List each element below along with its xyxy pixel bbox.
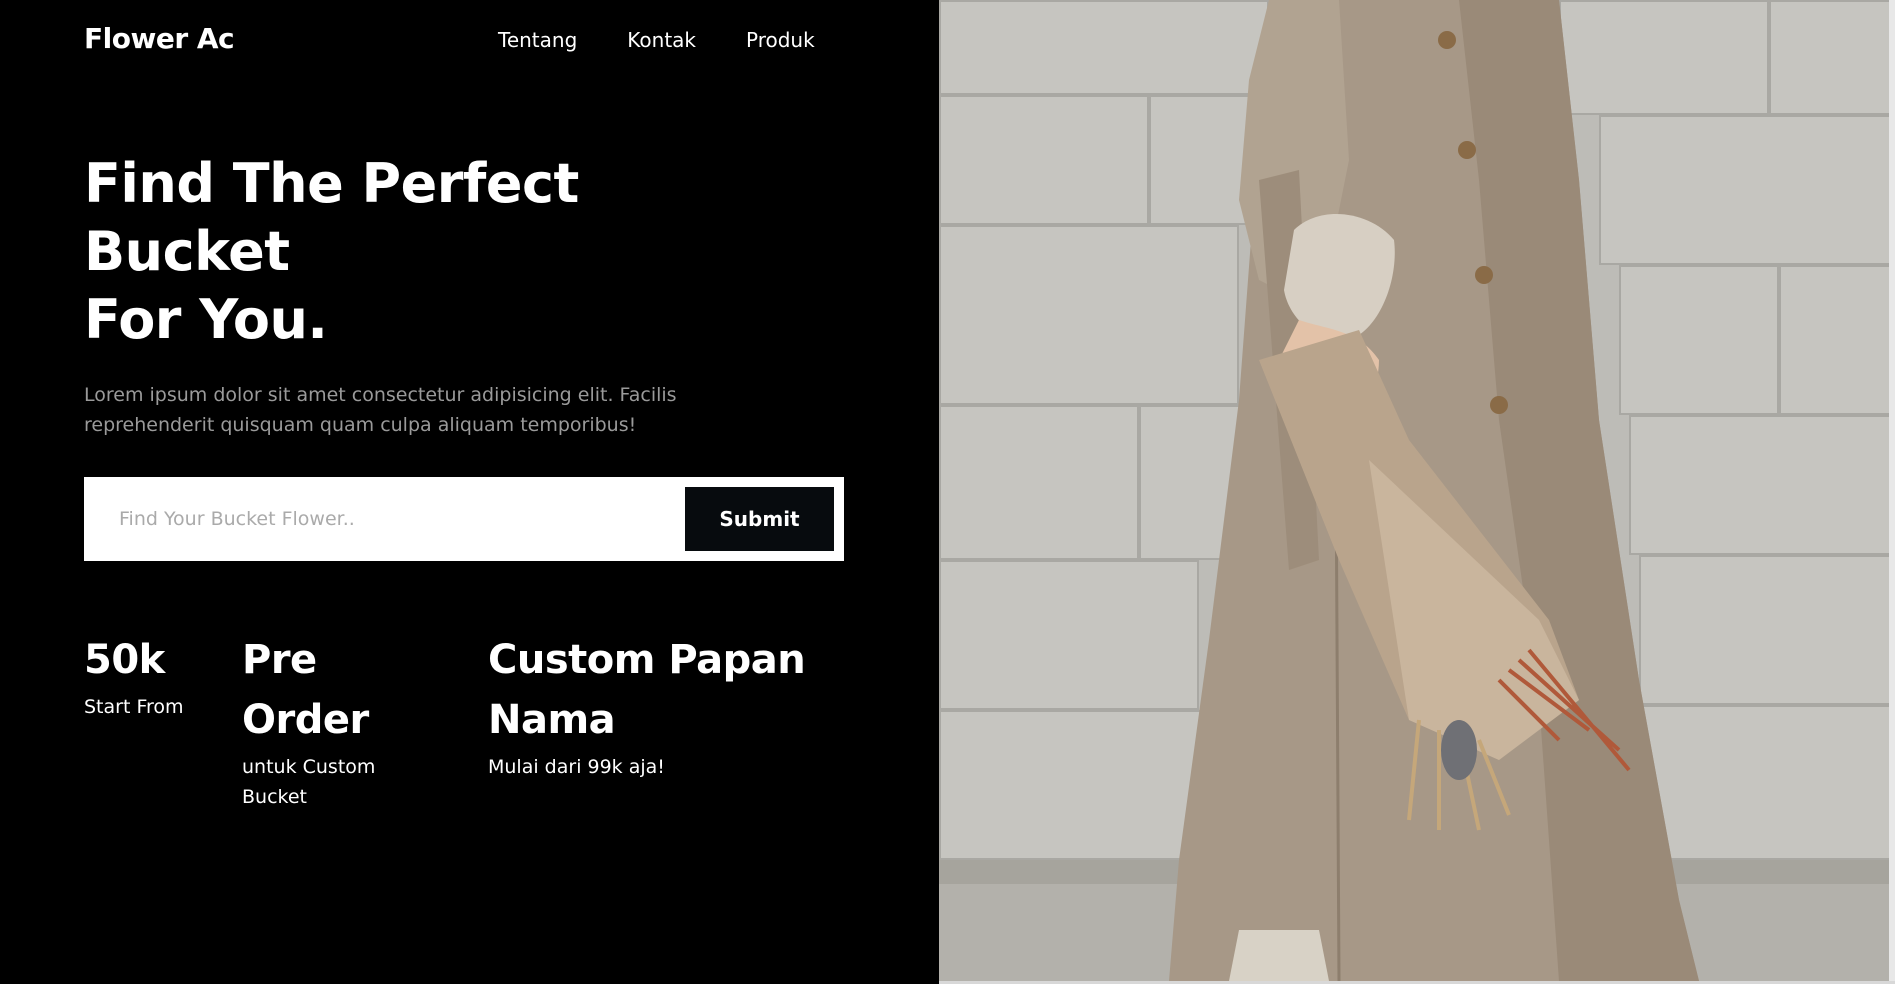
person-with-bouquet-illustration: [1169, 0, 1699, 981]
stat-label: Mulai dari 99k aja!: [488, 756, 665, 778]
coat-button: [1475, 266, 1493, 284]
coat-button: [1490, 396, 1508, 414]
scarf-fringe: [1229, 930, 1329, 981]
nav-item-kontak[interactable]: Kontak: [627, 28, 696, 52]
scrollbar[interactable]: [1889, 0, 1895, 981]
hero-title: Find The Perfect Bucket For You.: [84, 150, 644, 354]
brand-logo[interactable]: Flower Ac: [84, 22, 235, 55]
stat-pre-order: Pre Order untuk Custom Bucket: [242, 630, 412, 812]
hero-description: Lorem ipsum dolor sit amet consectetur a…: [84, 384, 677, 436]
coat-button: [1458, 141, 1476, 159]
stat-value: 50k: [84, 637, 165, 683]
nav-item-produk[interactable]: Produk: [746, 28, 815, 52]
stat-start-from: 50k Start From: [84, 630, 194, 722]
stat-label: Start From: [84, 696, 184, 718]
hero-title-line-2: Bucket: [84, 220, 290, 283]
hero-panel: Flower Ac Tentang Kontak Produk Find The…: [0, 0, 939, 984]
hero-image: [939, 0, 1895, 981]
search-form: Submit: [84, 477, 844, 561]
stat-label: untuk Custom Bucket: [242, 756, 376, 808]
hero-title-line-3: For You.: [84, 288, 328, 351]
stat-value: Pre Order: [242, 637, 369, 743]
nav-item-tentang[interactable]: Tentang: [498, 28, 577, 52]
stat-custom-papan-nama: Custom Papan Nama Mulai dari 99k aja!: [488, 630, 848, 782]
submit-button[interactable]: Submit: [685, 487, 834, 551]
main-nav: Tentang Kontak Produk: [498, 28, 865, 52]
search-input[interactable]: [84, 477, 674, 561]
hero-title-line-1: Find The Perfect: [84, 152, 579, 215]
landing-page: Flower Ac Tentang Kontak Produk Find The…: [0, 0, 1895, 984]
coat-button: [1438, 31, 1456, 49]
stat-value: Custom Papan Nama: [488, 637, 806, 743]
